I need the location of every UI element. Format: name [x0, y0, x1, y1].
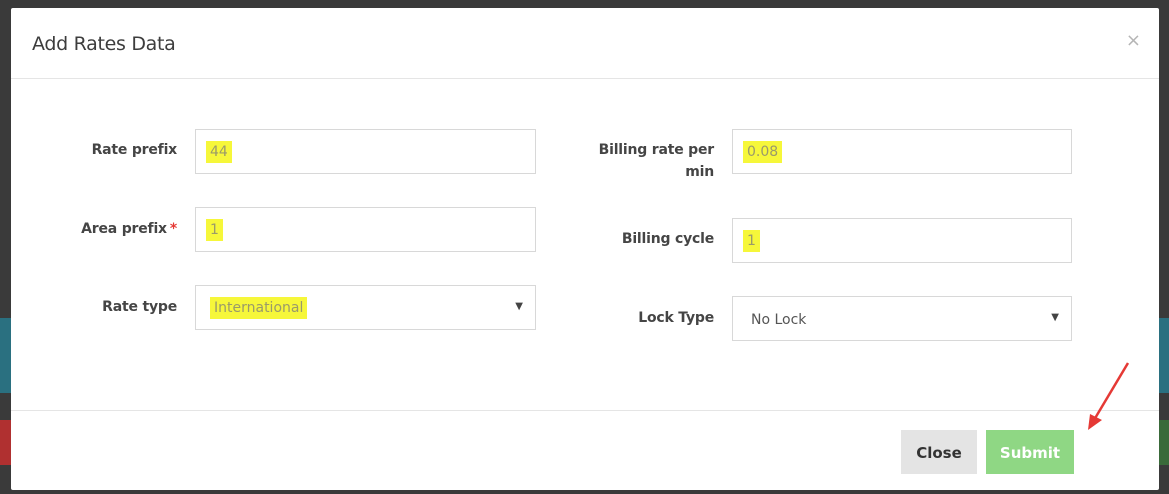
red-arrow-icon — [1088, 362, 1130, 430]
modal-title: Add Rates Data — [32, 33, 176, 55]
modal-footer: Close Submit — [11, 410, 1159, 491]
lock-type-selected: No Lock — [751, 312, 807, 328]
backdrop-strip-left — [0, 318, 11, 393]
billing-cycle-label-text: Billing cycle — [621, 231, 714, 247]
area-prefix-value: 1 — [206, 219, 223, 241]
rate-prefix-label: Rate prefix — [71, 139, 178, 161]
rate-type-selected: International — [210, 297, 308, 319]
rate-prefix-input[interactable]: 44 — [195, 129, 536, 174]
billing-rate-value: 0.08 — [743, 141, 783, 163]
billing-rate-label-line2: min — [685, 164, 714, 180]
lock-type-label-text: Lock Type — [638, 310, 714, 326]
rate-prefix-value: 44 — [206, 141, 232, 163]
billing-rate-label-line1: Billing rate per — [598, 142, 715, 158]
lock-type-label: Lock Type — [571, 307, 714, 329]
area-prefix-input[interactable]: 1 — [195, 207, 536, 252]
rate-type-label-text: Rate type — [102, 299, 177, 315]
modal-header: Add Rates Data × — [11, 8, 1159, 79]
backdrop-strip-right-green — [1158, 420, 1169, 465]
caret-down-icon: ▼ — [1051, 312, 1059, 323]
add-rates-modal: Add Rates Data × Rate prefix 44 Area pre… — [11, 8, 1159, 490]
caret-down-icon: ▼ — [515, 301, 523, 312]
rate-type-select[interactable]: International ▼ — [195, 285, 536, 330]
area-prefix-label: Area prefix * — [51, 218, 177, 240]
submit-button[interactable]: Submit — [986, 430, 1074, 474]
required-mark: * — [169, 221, 177, 237]
close-icon[interactable]: × — [1126, 30, 1141, 51]
backdrop-strip-right — [1158, 318, 1169, 393]
close-button[interactable]: Close — [901, 430, 977, 474]
billing-rate-input[interactable]: 0.08 — [732, 129, 1072, 174]
rate-type-label: Rate type — [71, 296, 177, 318]
backdrop-strip-left-red — [0, 420, 11, 465]
rate-prefix-label-text: Rate prefix — [91, 142, 178, 158]
billing-rate-label: Billing rate per min — [571, 139, 715, 183]
area-prefix-label-text: Area prefix — [81, 221, 167, 237]
billing-cycle-label: Billing cycle — [571, 228, 714, 250]
billing-cycle-value: 1 — [743, 230, 760, 252]
lock-type-select[interactable]: No Lock ▼ — [732, 296, 1072, 341]
billing-cycle-input[interactable]: 1 — [732, 218, 1072, 263]
